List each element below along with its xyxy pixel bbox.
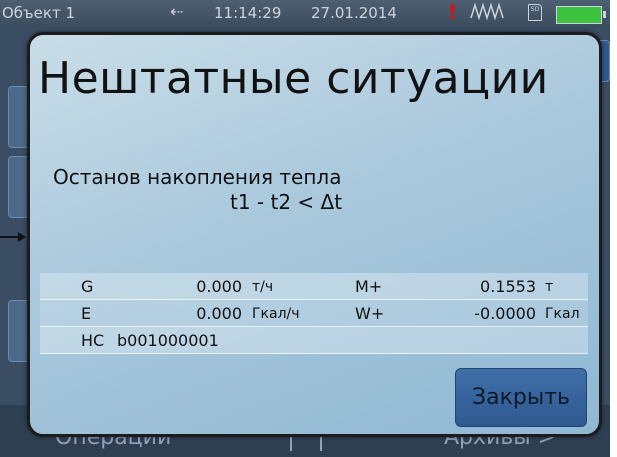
param-value: 0.1553 xyxy=(480,277,536,296)
param-name: E xyxy=(81,304,92,323)
alarm-message: Останов накопления тепла xyxy=(53,165,342,189)
clock-time: 11:14:29 xyxy=(214,4,282,22)
param-value: 0.000 xyxy=(196,277,242,296)
param-name: G xyxy=(81,277,94,296)
param-name: M+ xyxy=(355,277,383,296)
table-row: E 0.000 Гкал/ч W+ -0.0000 Гкал xyxy=(40,300,588,327)
param-unit: Гкал/ч xyxy=(252,306,300,322)
hc-label: НС xyxy=(81,331,105,350)
alarm-icon[interactable]: ! xyxy=(448,0,457,24)
usb-icon: ⇠ xyxy=(170,2,184,21)
table-row: G 0.000 т/ч M+ 0.1553 т xyxy=(40,273,588,300)
hc-code: b001000001 xyxy=(117,331,219,350)
device-screen: Объект 1 ⇠ 11:14:29 27.01.2014 ! SD Опер… xyxy=(0,0,610,457)
table-row: НС b001000001 xyxy=(40,327,588,354)
param-value: 0.000 xyxy=(196,304,242,323)
dialog-title: Нештатные ситуации xyxy=(38,53,549,104)
pulse-wave-icon xyxy=(470,2,504,20)
param-unit: т/ч xyxy=(252,279,274,295)
param-value: -0.0000 xyxy=(474,304,536,323)
param-unit: т xyxy=(545,279,554,295)
alarm-dialog: Нештатные ситуации Останов накопления те… xyxy=(27,32,602,437)
clock-date: 27.01.2014 xyxy=(311,4,397,22)
object-label[interactable]: Объект 1 xyxy=(2,4,75,22)
close-button[interactable]: Закрыть xyxy=(455,368,587,427)
status-bar: Объект 1 ⇠ 11:14:29 27.01.2014 ! SD xyxy=(0,0,610,26)
param-name: W+ xyxy=(355,304,385,323)
sd-card-icon: SD xyxy=(528,4,542,21)
measurement-table: G 0.000 т/ч M+ 0.1553 т E 0.000 Гкал/ч W… xyxy=(40,273,588,354)
param-unit: Гкал xyxy=(545,306,580,322)
pointer-arrow-head xyxy=(18,232,26,242)
alarm-condition: t1 - t2 < Δt xyxy=(230,190,343,214)
battery-icon xyxy=(556,6,606,24)
